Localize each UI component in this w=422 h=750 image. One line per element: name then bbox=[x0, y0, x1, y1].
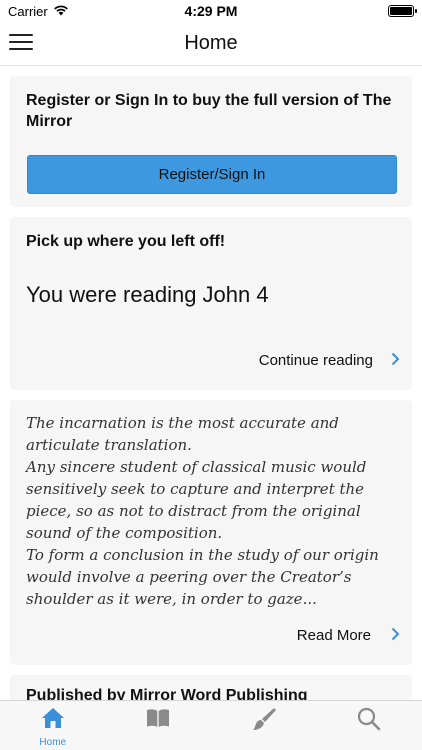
register-sign-in-button[interactable]: Register/Sign In bbox=[27, 155, 397, 194]
tab-bar: Home bbox=[0, 700, 422, 750]
reading-progress-card: Pick up where you left off! You were rea… bbox=[10, 217, 412, 390]
quote-card: The incarnation is the most accurate and… bbox=[10, 400, 412, 665]
carrier-label: Carrier bbox=[8, 3, 48, 19]
tab-book[interactable] bbox=[106, 701, 211, 735]
register-card: Register or Sign In to buy the full vers… bbox=[10, 76, 412, 207]
continue-reading-label: Continue reading bbox=[258, 351, 373, 369]
read-more-link[interactable]: Read More bbox=[297, 625, 400, 645]
home-icon bbox=[40, 706, 66, 735]
chevron-right-icon bbox=[391, 625, 400, 645]
book-icon bbox=[145, 706, 171, 735]
publisher-card: Published by Mirror Word Publishing bbox=[10, 675, 412, 700]
chevron-right-icon bbox=[391, 350, 400, 370]
navigation-bar: Home bbox=[0, 22, 422, 66]
tab-home[interactable]: Home bbox=[0, 701, 105, 748]
battery-icon bbox=[388, 5, 417, 17]
status-bar: Carrier 4:29 PM bbox=[0, 0, 422, 22]
wifi-icon bbox=[53, 4, 69, 19]
home-content[interactable]: Register or Sign In to buy the full vers… bbox=[0, 67, 422, 700]
tab-paintbrush[interactable] bbox=[211, 701, 316, 737]
last-read-text: You were reading John 4 bbox=[26, 282, 269, 307]
tab-search[interactable] bbox=[317, 701, 422, 737]
hamburger-menu-icon[interactable] bbox=[9, 34, 33, 52]
page-title: Home bbox=[184, 32, 238, 54]
status-left: Carrier bbox=[8, 4, 69, 19]
tab-home-label: Home bbox=[39, 737, 67, 748]
search-icon bbox=[356, 706, 382, 737]
progress-card-title: Pick up where you left off! bbox=[26, 233, 226, 250]
quote-text: The incarnation is the most accurate and… bbox=[26, 414, 379, 608]
register-card-title: Register or Sign In to buy the full vers… bbox=[26, 92, 392, 130]
paintbrush-icon bbox=[251, 706, 277, 737]
continue-reading-link[interactable]: Continue reading bbox=[259, 350, 400, 370]
read-more-label: Read More bbox=[296, 626, 371, 644]
publisher-title: Published by Mirror Word Publishing bbox=[26, 687, 308, 700]
